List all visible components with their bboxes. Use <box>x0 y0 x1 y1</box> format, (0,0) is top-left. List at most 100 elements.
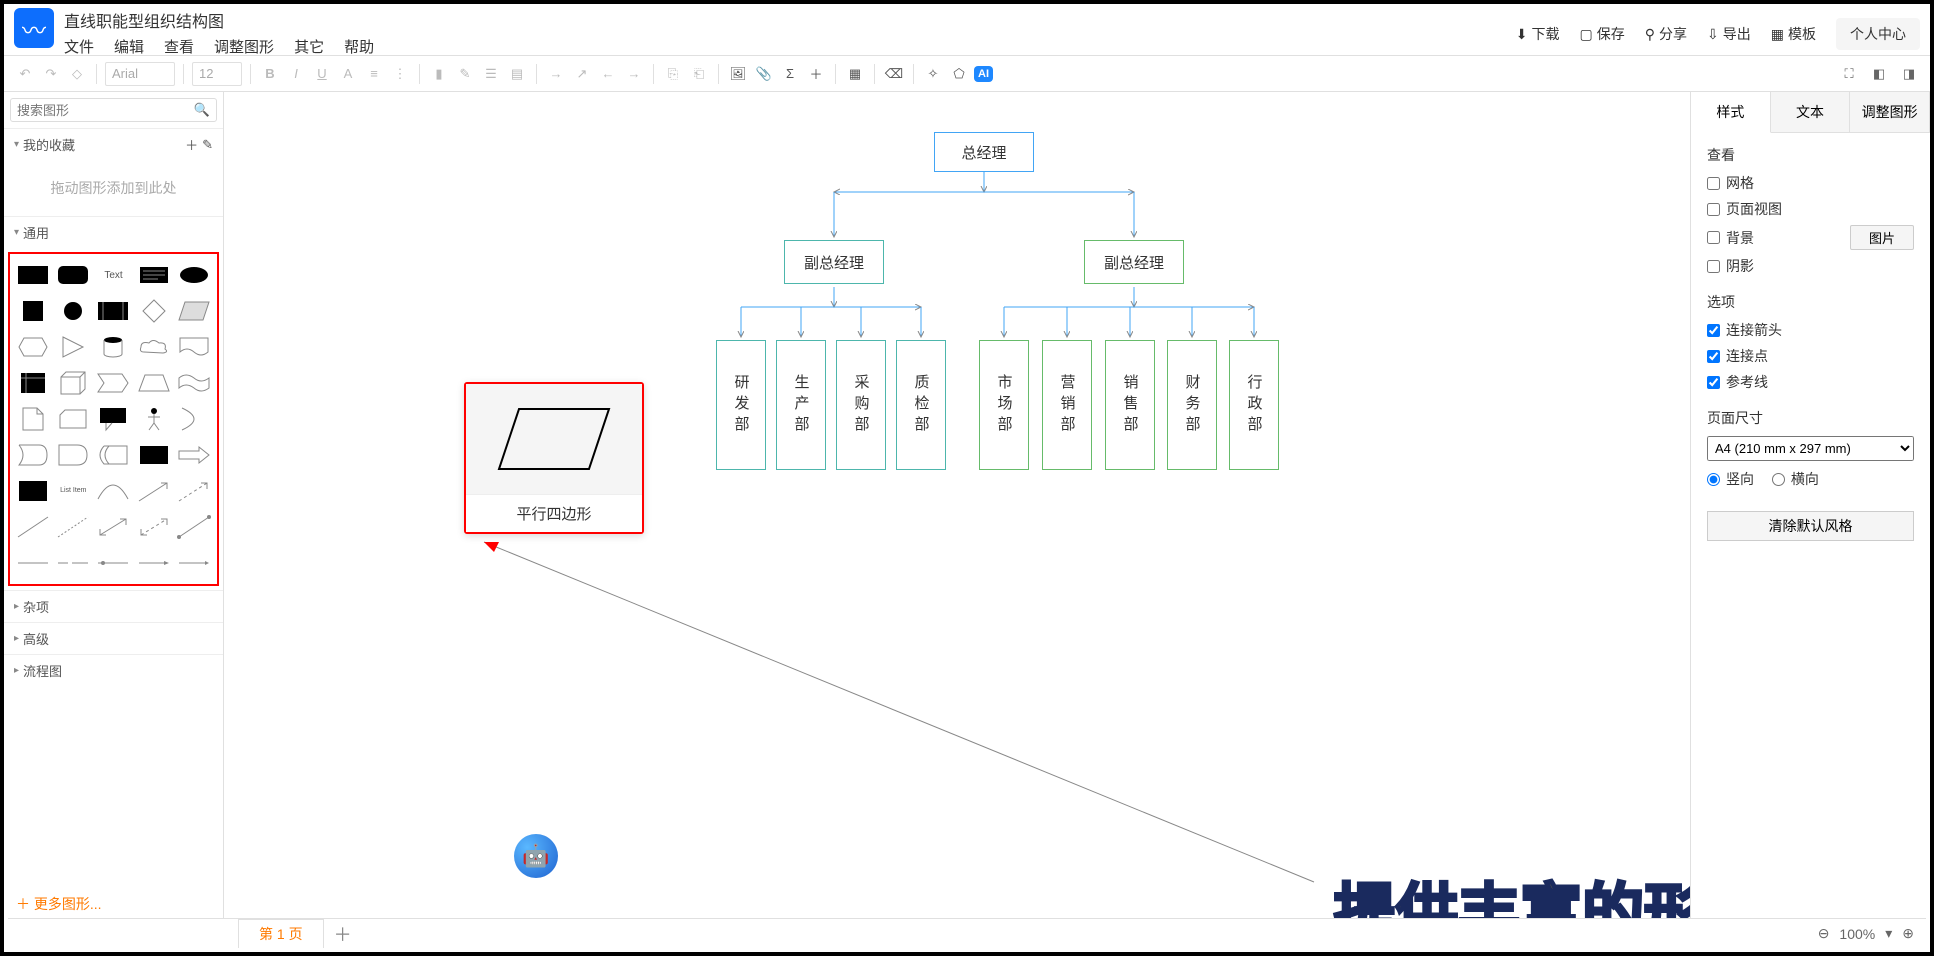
landscape-radio[interactable]: 横向 <box>1772 469 1819 489</box>
portrait-radio[interactable]: 竖向 <box>1707 469 1754 489</box>
shape-triangle[interactable] <box>56 332 90 362</box>
share-button[interactable]: ⚲分享 <box>1645 24 1687 44</box>
italic-icon[interactable]: I <box>285 63 307 85</box>
zoom-in-icon[interactable]: ⊕ <box>1902 925 1914 942</box>
shape-curve-right[interactable] <box>177 404 211 434</box>
org-dept[interactable]: 采购部 <box>836 340 886 470</box>
shape-line-plain[interactable] <box>16 512 50 542</box>
shape-roundrect[interactable] <box>56 260 90 290</box>
shape-square[interactable] <box>16 296 50 326</box>
fill-color-icon[interactable]: ▮ <box>428 63 450 85</box>
shape-internal-storage[interactable] <box>16 368 50 398</box>
shape-cube[interactable] <box>56 368 90 398</box>
menu-file[interactable]: 文件 <box>64 36 94 57</box>
zoom-out-icon[interactable]: ⊖ <box>1818 925 1830 942</box>
clear-style-button[interactable]: 清除默认风格 <box>1707 511 1914 541</box>
shape-arrow-right[interactable] <box>177 440 211 470</box>
redo-icon[interactable]: ↷ <box>40 63 62 85</box>
user-center-button[interactable]: 个人中心 <box>1836 18 1920 50</box>
shape-step[interactable] <box>96 368 130 398</box>
shape-conn-seg2[interactable] <box>96 548 130 578</box>
shape-cylinder[interactable] <box>96 332 130 362</box>
shape-conn-seg3[interactable] <box>137 548 171 578</box>
org-dept[interactable]: 质检部 <box>896 340 946 470</box>
line-color-icon[interactable]: ✎ <box>454 63 476 85</box>
shape-actor[interactable] <box>137 404 171 434</box>
shape-datastore[interactable] <box>96 440 130 470</box>
shape-ellipse[interactable] <box>177 260 211 290</box>
add-icon[interactable]: ＋ <box>805 63 827 85</box>
org-dept[interactable]: 营销部 <box>1042 340 1092 470</box>
points-checkbox[interactable]: 连接点 <box>1707 346 1914 366</box>
shape-curve[interactable] <box>96 476 130 506</box>
shape-icon[interactable]: ⬠ <box>948 63 970 85</box>
org-dept[interactable]: 财务部 <box>1167 340 1217 470</box>
guides-checkbox[interactable]: 参考线 <box>1707 372 1914 392</box>
fullscreen-icon[interactable]: ⛶ <box>1838 63 1860 85</box>
menu-edit[interactable]: 编辑 <box>114 36 144 57</box>
arrow-end-icon[interactable]: → <box>623 63 645 85</box>
org-dept[interactable]: 行政部 <box>1229 340 1279 470</box>
ai-badge[interactable]: AI <box>974 66 993 82</box>
line-style-icon[interactable]: ☰ <box>480 63 502 85</box>
underline-icon[interactable]: U <box>311 63 333 85</box>
shape-line-dotted[interactable] <box>56 512 90 542</box>
favorites-section[interactable]: ▾我的收藏＋✎ <box>4 128 223 160</box>
shape-note[interactable] <box>16 404 50 434</box>
org-dept[interactable]: 研发部 <box>716 340 766 470</box>
line-width-icon[interactable]: ▤ <box>506 63 528 85</box>
save-button[interactable]: ▢保存 <box>1580 24 1625 44</box>
zoom-dropdown-icon[interactable]: ▾ <box>1885 925 1892 942</box>
assistant-robot-icon[interactable]: 🤖 <box>514 834 558 878</box>
arrows-checkbox[interactable]: 连接箭头 <box>1707 320 1914 340</box>
org-dept[interactable]: 销售部 <box>1105 340 1155 470</box>
document-title[interactable]: 直线职能型组织结构图 <box>64 6 1516 32</box>
align-icon[interactable]: ≡ <box>363 63 385 85</box>
pageview-checkbox[interactable]: 页面视图 <box>1707 199 1914 219</box>
menu-shape[interactable]: 调整图形 <box>214 36 274 57</box>
bold-icon[interactable]: B <box>259 63 281 85</box>
shape-frame[interactable] <box>16 476 50 506</box>
templates-button[interactable]: ▦模板 <box>1771 24 1816 44</box>
shape-connector-line[interactable] <box>177 512 211 542</box>
paste-icon[interactable]: ⎗ <box>688 63 710 85</box>
undo-icon[interactable]: ↶ <box>14 63 36 85</box>
add-favorite-icon[interactable]: ＋ <box>185 135 198 154</box>
shape-hexagon[interactable] <box>16 332 50 362</box>
advanced-section[interactable]: ▸高级 <box>4 622 223 654</box>
app-logo[interactable]: 〰 <box>14 8 54 48</box>
shape-rect2[interactable] <box>137 440 171 470</box>
panel-left-icon[interactable]: ◧ <box>1868 63 1890 85</box>
shape-circle[interactable] <box>56 296 90 326</box>
shape-tape[interactable] <box>177 368 211 398</box>
shape-document[interactable] <box>177 332 211 362</box>
table-icon[interactable]: ▦ <box>844 63 866 85</box>
general-section[interactable]: ▾通用 <box>4 216 223 248</box>
shape-list[interactable]: List Item <box>56 476 90 506</box>
shape-line-arrow2[interactable] <box>137 476 171 506</box>
zoom-level[interactable]: 100% <box>1839 926 1875 942</box>
shape-diamond[interactable] <box>137 296 171 326</box>
edit-favorite-icon[interactable]: ✎ <box>202 137 213 153</box>
shape-conn-seg4[interactable] <box>177 548 211 578</box>
tab-text[interactable]: 文本 <box>1771 92 1851 132</box>
tab-style[interactable]: 样式 <box>1691 92 1771 133</box>
shape-card[interactable] <box>56 404 90 434</box>
shape-bidir-dash[interactable] <box>137 512 171 542</box>
add-page-button[interactable]: ＋ <box>334 921 352 947</box>
menu-help[interactable]: 帮助 <box>344 36 374 57</box>
download-button[interactable]: ⬇下载 <box>1516 24 1560 44</box>
export-button[interactable]: ⇩导出 <box>1707 24 1751 44</box>
shape-or[interactable] <box>16 440 50 470</box>
attachment-icon[interactable]: 📎 <box>753 63 775 85</box>
shape-rect[interactable] <box>16 260 50 290</box>
waypoint-icon[interactable]: ↗ <box>571 63 593 85</box>
formula-icon[interactable]: Σ <box>779 63 801 85</box>
page-tab-1[interactable]: 第 1 页 <box>238 919 324 948</box>
misc-section[interactable]: ▸杂项 <box>4 590 223 622</box>
arrow-start-icon[interactable]: ← <box>597 63 619 85</box>
shape-dash-arrow[interactable] <box>177 476 211 506</box>
shape-conn-seg1[interactable] <box>56 548 90 578</box>
format-painter-icon[interactable]: ◇ <box>66 63 88 85</box>
menu-view[interactable]: 查看 <box>164 36 194 57</box>
